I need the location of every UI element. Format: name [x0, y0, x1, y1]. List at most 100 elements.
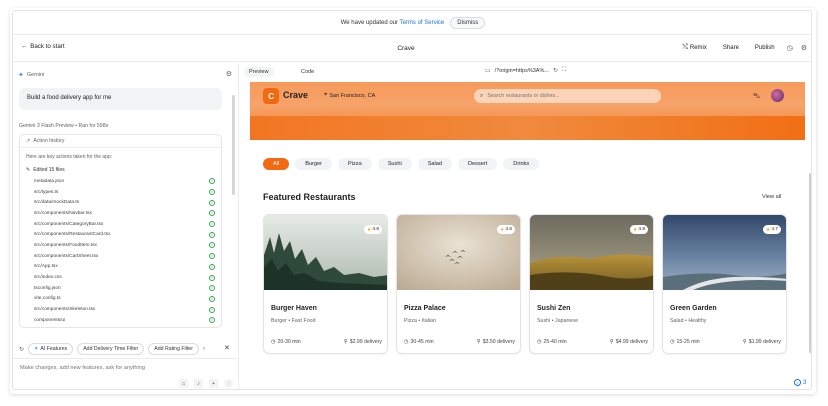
restaurant-cuisine: Salad • Healthy [670, 318, 707, 324]
chat-input[interactable] [20, 365, 220, 371]
preview-scrollbar[interactable] [809, 173, 811, 353]
category-sushi[interactable]: Sushi [377, 158, 412, 170]
view-all-link[interactable]: View all [762, 194, 781, 200]
file-row[interactable]: components/ui ✓ [34, 315, 221, 326]
file-row[interactable]: vite.config.ts ✓ [34, 294, 221, 305]
restaurant-cuisine: Sushi • Japanese [537, 318, 579, 324]
restaurant-cards: ★ 4.8 Burger Haven Burger • Fast Food ◷ 20… [263, 214, 787, 354]
notice-bar: We have updated our Terms of Service Dis… [13, 11, 811, 35]
history-icon[interactable]: ◷ [787, 44, 793, 52]
category-drinks[interactable]: Drinks [503, 158, 540, 170]
chat-settings-icon[interactable]: ⚙ [226, 70, 232, 78]
refresh-icon[interactable]: ↻ [19, 346, 24, 353]
sparkle-icon: ✦ [34, 346, 39, 352]
notice-text: We have updated our Terms of Service [340, 19, 445, 26]
file-row[interactable]: src/components/CartSheet.tsx ✓ [34, 251, 221, 262]
restaurant-meta: ◷ 30-45 min ⚲ $3.50 delivery [404, 339, 515, 345]
bike-icon: ⚲ [476, 339, 481, 345]
file-row[interactable]: src/components/FoodItem.tsx ✓ [34, 240, 221, 251]
file-name: src/components/Skeleton.tsx [34, 307, 96, 313]
fullscreen-icon[interactable]: ⛶ [562, 67, 566, 74]
chip-label: AI Features [40, 346, 68, 352]
device-icon[interactable]: ▭ [485, 67, 491, 74]
preview-panel: Preview Code ▭ /?origin=https%3A%... ↻ ⛶… [240, 63, 811, 389]
delivery-fee: $4.99 delivery [615, 339, 648, 345]
file-row[interactable]: src/types.ts ✓ [34, 187, 221, 198]
publish-button[interactable]: Publish [751, 43, 779, 53]
star-icon: ★ [765, 226, 771, 233]
file-row[interactable]: src/components/RestaurantCard.tsx ✓ [34, 229, 221, 240]
remix-label: Remix [689, 45, 707, 51]
file-name: src/types.ts [34, 189, 59, 195]
edited-files-summary[interactable]: ✎ Edited 15 files [20, 160, 221, 173]
chip-ai-features[interactable]: ✦ AI Features [28, 343, 74, 355]
brand-name[interactable]: Crave [283, 90, 308, 100]
file-row[interactable]: src/index.css ✓ [34, 272, 221, 283]
share-button[interactable]: Share [719, 43, 743, 53]
gemini-row: ✦ Gemini [18, 71, 44, 79]
check-circle-icon: ✓ [209, 231, 215, 238]
external-link-icon: ↗ [26, 138, 31, 144]
info-icon: i [794, 379, 801, 386]
file-row[interactable]: metadata.json ✓ [34, 176, 221, 187]
file-row[interactable]: src/data/mockData.ts ✓ [34, 197, 221, 208]
file-row[interactable]: src/App.tsx ✓ [34, 262, 221, 273]
chip-rating-filter[interactable]: Add Rating Filter [148, 343, 199, 355]
file-row[interactable]: src/components/Navbar.tsx ✓ [34, 208, 221, 219]
file-row[interactable]: src/components/CategoryBar.tsx ✓ [34, 219, 221, 230]
category-bar: All Burger Pizza Sushi Salad Dessert Drinks [263, 158, 540, 170]
rating-value: 4.9 [638, 227, 645, 232]
delivery-fee: $1.99 delivery [748, 339, 781, 345]
search-input[interactable] [487, 93, 648, 99]
tab-preview[interactable]: Preview [244, 67, 274, 77]
check-circle-icon: ✓ [209, 285, 215, 292]
featured-title: Featured Restaurants [263, 192, 356, 202]
add-icon[interactable]: + [209, 379, 218, 388]
close-icon[interactable]: ✕ [224, 344, 230, 352]
rating-value: 4.6 [505, 227, 512, 232]
microphone-icon[interactable]: ♪ [194, 379, 203, 388]
chip-delivery-time-filter[interactable]: Add Delivery Time Filter [77, 343, 145, 355]
restaurant-card[interactable]: ★ 4.7 Green Garden Salad • Healthy ◷ 15-25… [662, 214, 787, 354]
cart-icon[interactable]: ⛍ [753, 92, 760, 101]
category-dessert[interactable]: Dessert [458, 158, 498, 170]
category-all[interactable]: All [263, 158, 290, 170]
chat-scrollbar[interactable] [232, 95, 235, 195]
issues-indicator[interactable]: i 3 [794, 379, 806, 386]
top-header: ← Back to start Crave ⤭ Remix Share Publi… [13, 36, 811, 62]
dismiss-button[interactable]: Dismiss [450, 16, 486, 29]
logo-icon[interactable]: C [263, 88, 279, 104]
category-burger[interactable]: Burger [295, 158, 333, 170]
action-history-header[interactable]: ↗ Action history [20, 135, 221, 148]
restaurant-card[interactable]: ★ 4.6 Pizza Palace Pizza • Italian ◷ 30-45… [396, 214, 521, 354]
category-pizza[interactable]: Pizza [338, 158, 372, 170]
chevron-right-icon[interactable]: › [203, 346, 205, 352]
restaurant-meta: ◷ 15-25 min ⚲ $1.99 delivery [670, 339, 781, 345]
clock-icon: ◷ [537, 339, 542, 345]
restaurant-card[interactable]: ★ 4.8 Burger Haven Burger • Fast Food ◷ 20… [263, 214, 388, 354]
file-row[interactable]: tsconfig.json ✓ [34, 283, 221, 294]
send-icon[interactable]: ↑ [224, 379, 233, 388]
settings-gear-icon[interactable]: ⚙ [801, 44, 807, 52]
file-row[interactable]: src/components/Skeleton.tsx ✓ [34, 304, 221, 315]
file-name: src/components/CartSheet.tsx [34, 253, 99, 259]
url-text[interactable]: /?origin=https%3A%... [495, 68, 549, 74]
search-icon: ⌕ [480, 92, 484, 99]
rating-value: 4.8 [372, 227, 379, 232]
check-circle-icon: ✓ [209, 199, 215, 206]
remix-button[interactable]: ⤭ Remix [678, 42, 711, 54]
avatar[interactable] [771, 89, 784, 102]
tab-code[interactable]: Code [296, 67, 319, 77]
check-circle-icon: ✓ [209, 317, 215, 324]
attach-icon[interactable]: ⌂ [179, 379, 188, 388]
action-history-panel: ↗ Action history Here are key actions ta… [19, 134, 222, 328]
terms-link[interactable]: Terms of Service [400, 20, 445, 26]
check-circle-icon: ✓ [209, 274, 215, 281]
reload-icon[interactable]: ↻ [553, 67, 558, 74]
check-circle-icon: ✓ [209, 263, 215, 270]
app-preview: C Crave ⌖ San Francisco, CA ⌕ ⛍ All Burge… [250, 82, 805, 382]
category-salad[interactable]: Salad [417, 158, 453, 170]
url-bar: ▭ /?origin=https%3A%... ↻ ⛶ [485, 67, 566, 74]
location-selector[interactable]: ⌖ San Francisco, CA [324, 92, 375, 99]
restaurant-card[interactable]: ★ 4.9 Sushi Zen Sushi • Japanese ◷ 25-40 m… [529, 214, 654, 354]
